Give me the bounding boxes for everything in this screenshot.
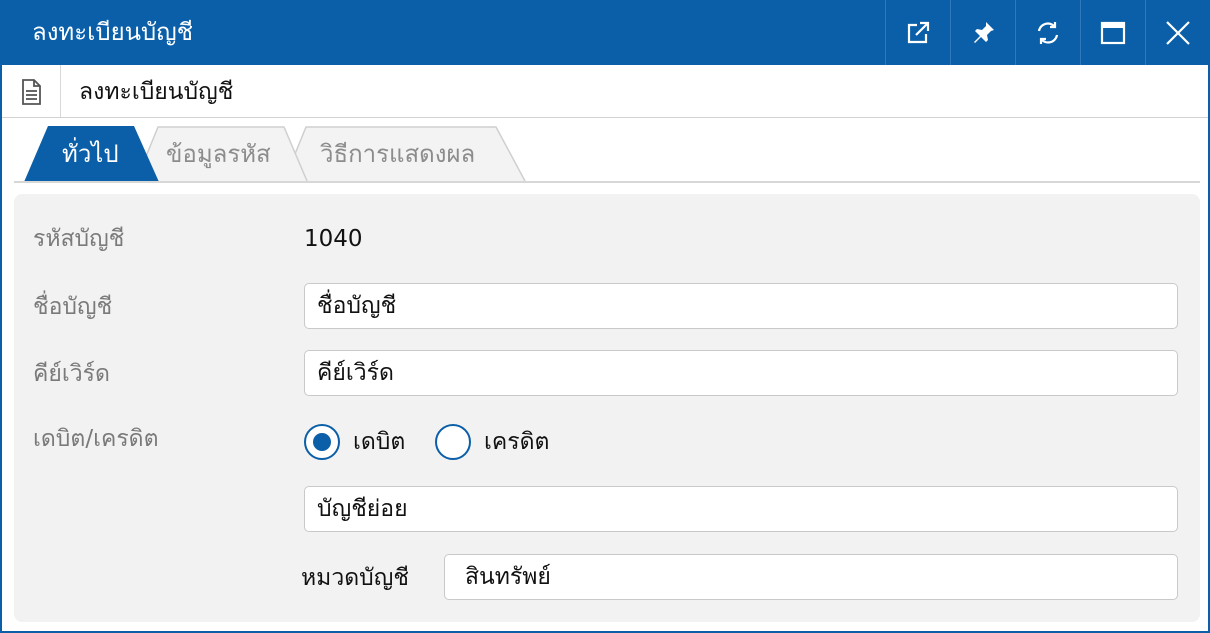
- sub-header-title: ลงทะเบียนบัญชี: [79, 79, 234, 105]
- credit-radio-option[interactable]: เครดิต: [435, 422, 549, 462]
- refresh-button[interactable]: [1015, 0, 1080, 65]
- account-registration-window: ลงทะเบียนบัญชี ลงทะเบียนบัญชี วิธีการแสด…: [0, 0, 1210, 633]
- sub-header-divider: [60, 65, 61, 117]
- close-icon: [1166, 20, 1190, 45]
- window-title: ลงทะเบียนบัญชี: [32, 18, 194, 46]
- tab-display-method[interactable]: วิธีการแสดงผล: [284, 126, 526, 182]
- category-label: หมวดบัญชี: [301, 565, 409, 591]
- form-panel: รหัสบัญชี 1040 ชื่อบัญชี ชื่อบัญชี คีย์เ…: [14, 194, 1200, 622]
- debit-radio-label: เดบิต: [353, 429, 406, 455]
- tab-label: ข้อมูลรหัส: [166, 140, 271, 168]
- document-icon: [22, 79, 41, 105]
- sub-account-field[interactable]: บัญชีย่อย: [304, 486, 1178, 532]
- maximize-icon: [1100, 21, 1126, 44]
- external-link-icon: [907, 21, 930, 43]
- account-code-label: รหัสบัญชี: [33, 226, 125, 252]
- debit-radio[interactable]: [304, 424, 340, 460]
- title-bar: ลงทะเบียนบัญชี: [2, 0, 1210, 65]
- keyword-label: คีย์เวิร์ด: [33, 361, 110, 387]
- tab-general[interactable]: ทั่วไป: [24, 126, 160, 182]
- pin-icon: [974, 21, 994, 43]
- debit-credit-label: เดบิต/เครดิต: [33, 426, 159, 452]
- keyword-field[interactable]: คีย์เวิร์ด: [304, 350, 1178, 396]
- close-button[interactable]: [1145, 0, 1210, 65]
- tab-code-info[interactable]: ข้อมูลรหัส: [136, 126, 308, 182]
- tab-baseline: [14, 181, 1200, 183]
- open-external-button[interactable]: [885, 0, 950, 65]
- maximize-button[interactable]: [1080, 0, 1145, 65]
- credit-radio[interactable]: [435, 424, 471, 460]
- account-name-label: ชื่อบัญชี: [33, 294, 113, 320]
- tab-label: วิธีการแสดงผล: [320, 140, 476, 168]
- credit-radio-label: เครดิต: [484, 429, 550, 455]
- account-code-value: 1040: [304, 226, 363, 252]
- tab-label: ทั่วไป: [62, 140, 119, 168]
- debit-radio-option[interactable]: เดบิต: [304, 422, 405, 462]
- sub-header: ลงทะเบียนบัญชี: [2, 65, 1208, 118]
- account-name-field[interactable]: ชื่อบัญชี: [304, 283, 1178, 329]
- category-field[interactable]: สินทรัพย์: [444, 554, 1178, 600]
- pin-button[interactable]: [950, 0, 1015, 65]
- tab-bar: วิธีการแสดงผล ข้อมูลรหัส ทั่วไป: [14, 126, 1200, 184]
- refresh-icon: [1037, 21, 1059, 44]
